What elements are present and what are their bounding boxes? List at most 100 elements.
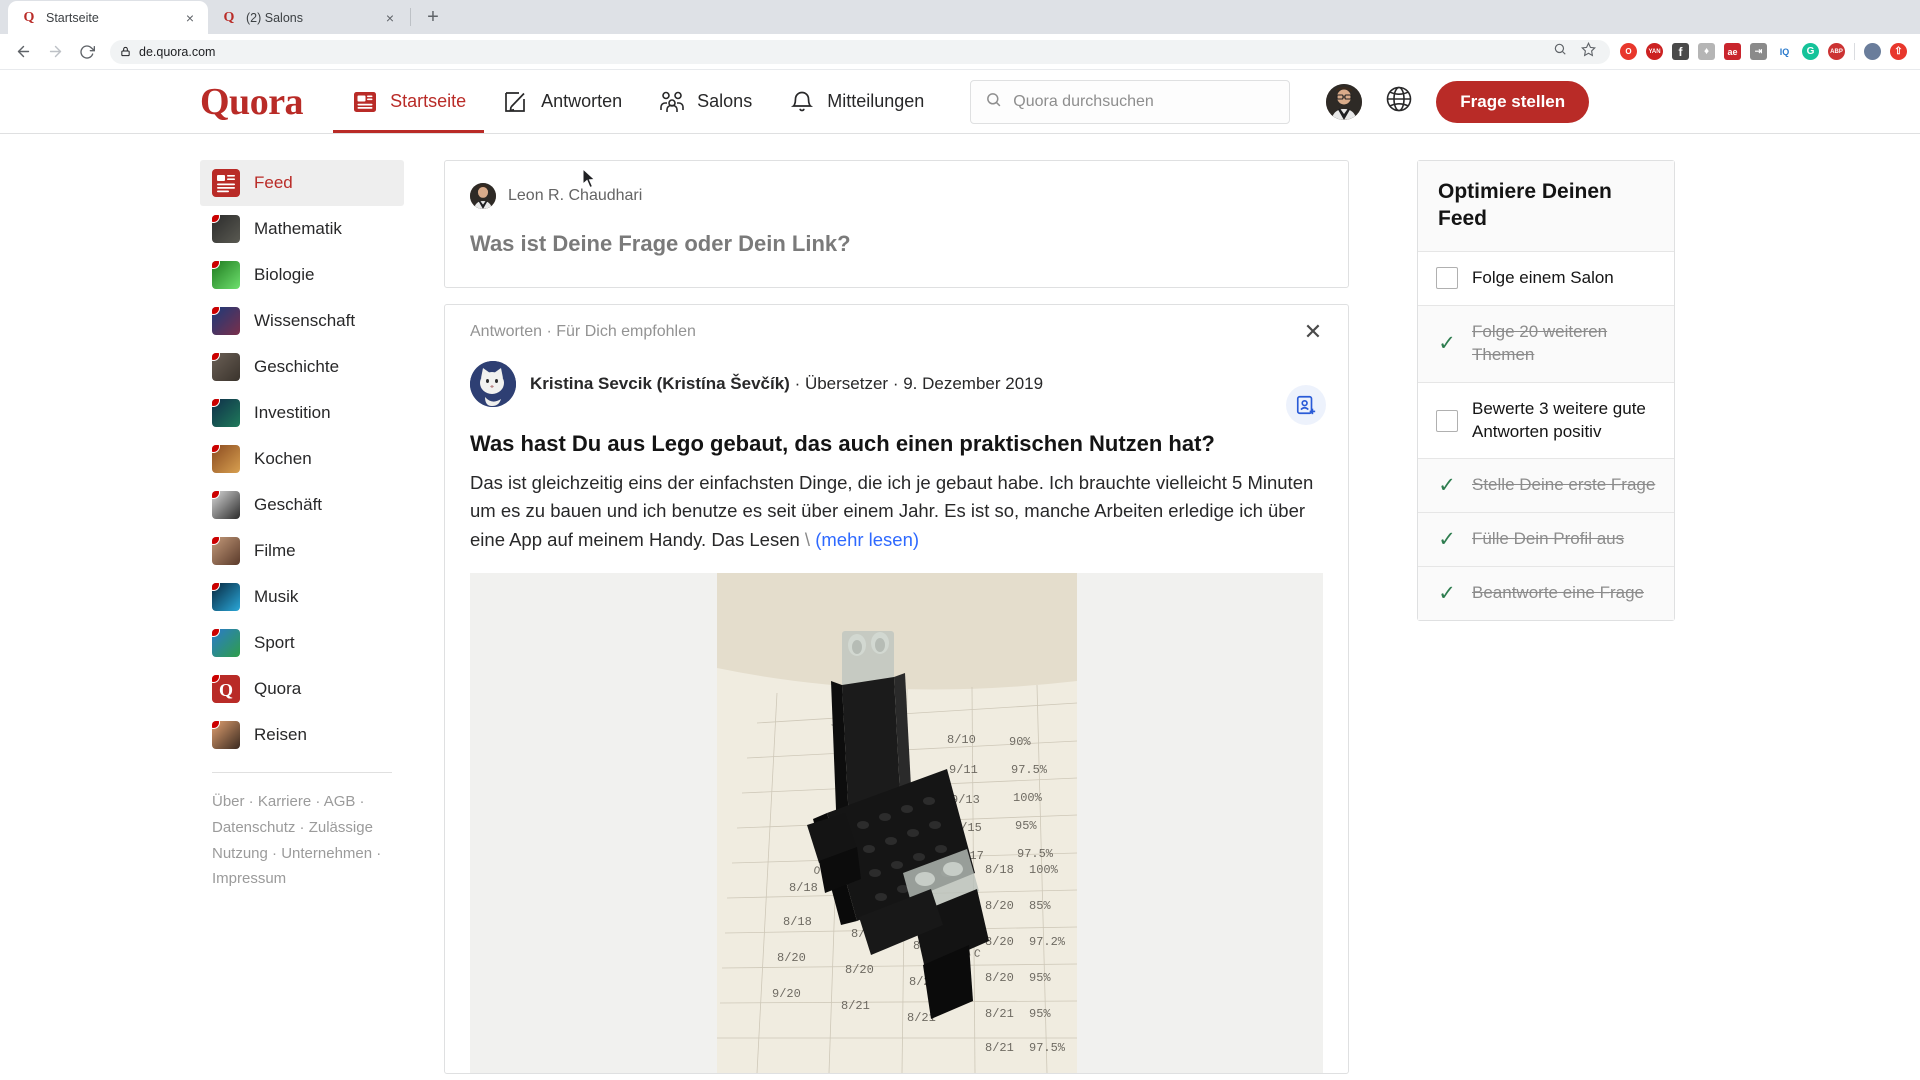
svg-text:97.5%: 97.5% xyxy=(1029,1041,1066,1055)
adblock-extension-icon[interactable]: ABP xyxy=(1828,43,1845,60)
post-body: Das ist gleichzeitig eins der einfachste… xyxy=(470,471,1314,551)
feed-task-item[interactable]: Bewerte 3 weitere gute Antworten positiv xyxy=(1418,383,1674,460)
nav-item-antworten[interactable]: Antworten xyxy=(484,70,640,133)
nav-item-startseite[interactable]: Startseite xyxy=(333,70,485,133)
nav-label: Salons xyxy=(697,91,753,111)
sidebar-item-mathematik[interactable]: Mathematik xyxy=(200,206,404,252)
forward-button[interactable] xyxy=(40,37,70,67)
zoom-search-icon[interactable] xyxy=(1553,42,1567,61)
cat-avatar[interactable] xyxy=(470,361,516,407)
reload-button[interactable] xyxy=(72,37,102,67)
footer-links[interactable]: Über · Karriere · AGB · Datenschutz · Zu… xyxy=(200,789,404,892)
star-icon[interactable] xyxy=(1581,41,1596,62)
sidebar-item-sport[interactable]: Sport xyxy=(200,620,404,666)
task-label: Stelle Deine erste Frage xyxy=(1472,475,1656,495)
sidebar-item-quora[interactable]: Q Quora xyxy=(200,666,404,712)
svg-text:85%: 85% xyxy=(1029,899,1051,913)
sidebar-item-feed[interactable]: Feed xyxy=(200,160,404,206)
rail-title: Optimiere Deinen Feed xyxy=(1418,161,1674,252)
tab-divider xyxy=(410,8,411,26)
svg-text:8/20: 8/20 xyxy=(777,951,806,965)
sidebar-item-gesch-ft[interactable]: Geschäft xyxy=(200,482,404,528)
sidebar-item-kochen[interactable]: Kochen xyxy=(200,436,404,482)
opera-extension-icon[interactable]: O xyxy=(1620,43,1637,60)
task-label: Fülle Dein Profil aus xyxy=(1472,529,1625,549)
ask-card-prompt[interactable]: Was ist Deine Frage oder Dein Link? xyxy=(470,231,1323,257)
tab-title: (2) Salons xyxy=(246,10,303,25)
grammarly-extension-icon[interactable]: G xyxy=(1802,43,1819,60)
quora-logo[interactable]: Quora xyxy=(200,83,304,121)
address-bar[interactable]: de.quora.com xyxy=(110,39,1610,64)
topic-thumb-icon xyxy=(212,261,240,289)
feed-task-item[interactable]: Folge einem Salon xyxy=(1418,252,1674,306)
task-checkbox[interactable] xyxy=(1436,409,1458,432)
unread-dot-icon xyxy=(212,629,220,637)
read-more-link[interactable]: (mehr lesen) xyxy=(815,529,919,550)
close-icon[interactable]: × xyxy=(382,10,398,26)
ask-question-card[interactable]: Leon R. Chaudhari Was ist Deine Frage od… xyxy=(444,160,1349,288)
sidebar-item-investition[interactable]: Investition xyxy=(200,390,404,436)
task-checkbox[interactable] xyxy=(1436,267,1458,290)
svg-text:8/18: 8/18 xyxy=(985,863,1014,877)
site-header: Quora Startseite Antworten Salons Mittei… xyxy=(0,70,1920,134)
browser-tab[interactable]: Q (2) Salons × xyxy=(208,1,408,34)
facebook-extension-icon[interactable]: f xyxy=(1672,43,1689,60)
sidebar-item-reisen[interactable]: Reisen xyxy=(200,712,404,758)
sidebar-item-label: Geschichte xyxy=(254,357,340,376)
close-icon[interactable]: × xyxy=(182,10,198,26)
nav-item-mitteilungen[interactable]: Mitteilungen xyxy=(770,70,942,133)
search-input[interactable]: Quora durchsuchen xyxy=(970,79,1291,124)
post-image-container: 8/188/208/20 8/188/208/20 8/208/208/21 9… xyxy=(470,572,1323,1073)
profile-avatar-icon[interactable] xyxy=(1864,43,1881,60)
iq-extension-icon[interactable]: IQ xyxy=(1776,43,1793,60)
ask-question-button[interactable]: Frage stellen xyxy=(1436,80,1590,123)
lock-icon xyxy=(121,46,130,57)
sidebar-item-label: Feed xyxy=(254,173,293,192)
topic-thumb-icon xyxy=(212,721,240,749)
check-icon[interactable]: ✓ xyxy=(1436,333,1458,355)
topic-thumb-icon xyxy=(212,537,240,565)
nav-item-salons[interactable]: Salons xyxy=(640,70,770,133)
svg-text:8/20: 8/20 xyxy=(985,899,1014,913)
check-icon[interactable]: ✓ xyxy=(1436,475,1458,497)
topic-thumb-icon xyxy=(212,353,240,381)
toolbar-divider xyxy=(1854,43,1855,60)
sidebar-item-musik[interactable]: Musik xyxy=(200,574,404,620)
close-icon[interactable]: ✕ xyxy=(1300,319,1326,345)
chrome-menu-icon[interactable]: ⇧ xyxy=(1890,43,1907,60)
sidebar-item-geschichte[interactable]: Geschichte xyxy=(200,344,404,390)
tab-strip: Q Startseite × Q (2) Salons × + xyxy=(0,0,1920,34)
yandex-extension-icon[interactable]: YAN xyxy=(1646,43,1663,60)
avatar xyxy=(470,183,496,209)
post-author-name[interactable]: Kristina Sevcik (Kristína Ševčík) xyxy=(530,374,790,393)
check-icon[interactable]: ✓ xyxy=(1436,583,1458,605)
feed-task-item[interactable]: ✓ Beantworte eine Frage xyxy=(1418,567,1674,621)
post-title[interactable]: Was hast Du aus Lego gebaut, das auch ei… xyxy=(470,429,1323,459)
check-icon[interactable]: ✓ xyxy=(1436,529,1458,551)
sidebar-item-biologie[interactable]: Biologie xyxy=(200,252,404,298)
pocket-extension-icon[interactable]: ⇥ xyxy=(1750,43,1767,60)
quora-favicon-icon: Q xyxy=(23,9,35,25)
grey-person-extension-icon[interactable]: ♦ xyxy=(1698,43,1715,60)
svg-text:Q: Q xyxy=(219,680,233,700)
feed-task-item[interactable]: ✓ Folge 20 weiteren Themen xyxy=(1418,305,1674,383)
sidebar-item-filme[interactable]: Filme xyxy=(200,528,404,574)
sidebar-item-label: Biologie xyxy=(254,265,315,284)
feed-task-item[interactable]: ✓ Fülle Dein Profil aus xyxy=(1418,513,1674,568)
ae-extension-icon[interactable]: ae xyxy=(1724,43,1741,60)
post-author-meta: · Übersetzer · 9. Dezember 2019 xyxy=(789,374,1044,393)
sidebar-item-wissenschaft[interactable]: Wissenschaft xyxy=(200,298,404,344)
add-person-icon[interactable] xyxy=(1286,385,1326,425)
user-avatar[interactable] xyxy=(1326,83,1363,120)
globe-icon[interactable] xyxy=(1384,84,1414,119)
feed-icon-icon xyxy=(212,169,240,197)
feed-task-item[interactable]: ✓ Stelle Deine erste Frage xyxy=(1418,459,1674,514)
svg-text:97.2%: 97.2% xyxy=(1029,935,1066,949)
new-tab-button[interactable]: + xyxy=(419,3,447,31)
browser-tab[interactable]: Q Startseite × xyxy=(8,1,208,34)
topic-thumb-icon xyxy=(212,445,240,473)
unread-dot-icon xyxy=(212,721,220,729)
back-button[interactable] xyxy=(8,37,38,67)
post-image[interactable]: 8/188/208/20 8/188/208/20 8/208/208/21 9… xyxy=(716,572,1077,1073)
svg-text:9/11: 9/11 xyxy=(949,763,978,777)
